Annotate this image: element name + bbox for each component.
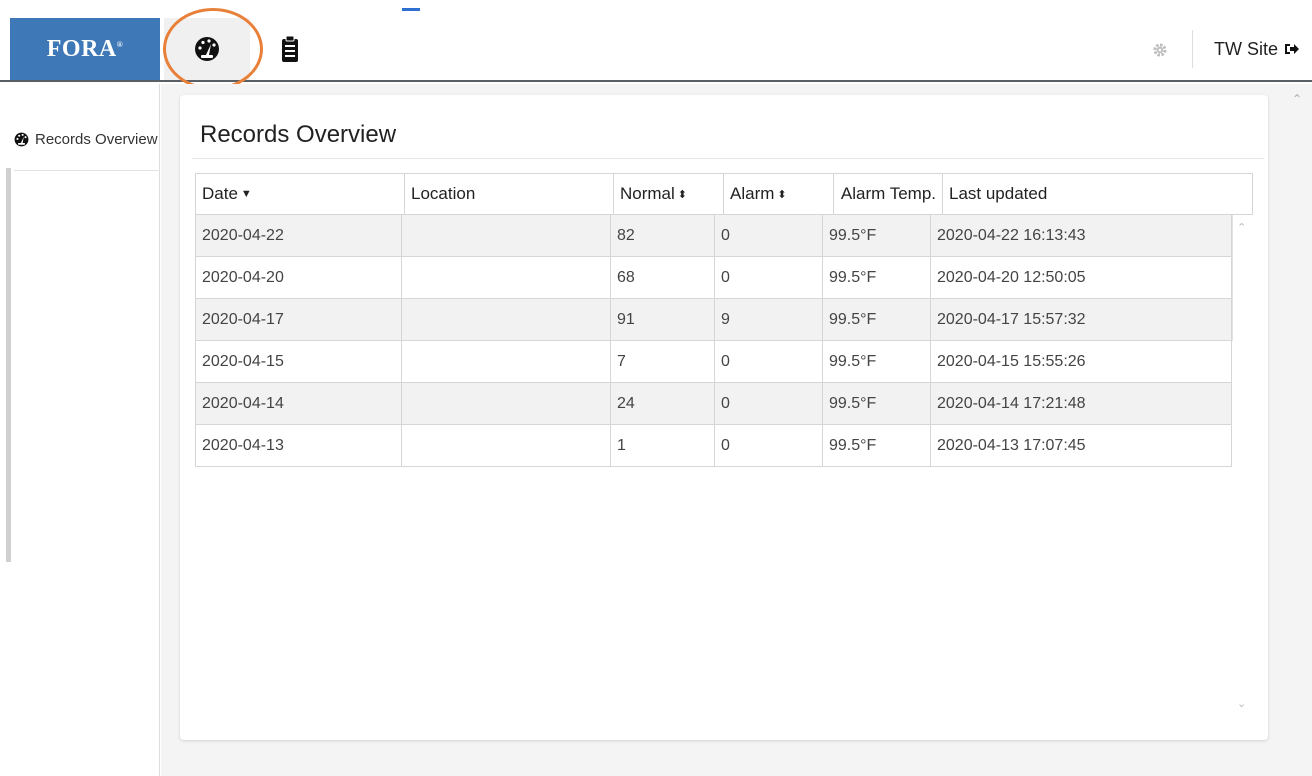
column-header-normal[interactable]: Normal ⬍ <box>614 174 724 214</box>
top-strip <box>0 0 1312 11</box>
table-row[interactable]: 2020-04-14 24 0 99.5°F 2020-04-14 17:21:… <box>195 383 1232 425</box>
column-header-date[interactable]: Date ▼ <box>196 174 405 214</box>
table-row[interactable]: 2020-04-22 82 0 99.5°F 2020-04-22 16:13:… <box>195 215 1232 257</box>
column-header-location[interactable]: Location <box>405 174 614 214</box>
table-row[interactable]: 2020-04-13 1 0 99.5°F 2020-04-13 17:07:4… <box>195 425 1232 467</box>
column-header-last-updated[interactable]: Last updated <box>943 174 1252 214</box>
table-row[interactable]: 2020-04-20 68 0 99.5°F 2020-04-20 12:50:… <box>195 257 1232 299</box>
sidebar-divider <box>14 170 160 171</box>
navbar-divider <box>1192 30 1193 68</box>
table-row[interactable]: 2020-04-15 7 0 99.5°F 2020-04-15 15:55:2… <box>195 341 1232 383</box>
site-logout-button[interactable]: TW Site <box>1214 36 1300 62</box>
clipboard-icon <box>282 35 298 62</box>
sidebar-scrollbar[interactable] <box>6 168 11 562</box>
title-divider <box>192 158 1264 159</box>
scroll-down-icon[interactable]: ⌄ <box>1237 697 1246 710</box>
table-scrollbar-track <box>1232 215 1233 341</box>
column-header-alarm-temp[interactable]: Alarm Temp. <box>834 174 943 214</box>
brand-logo[interactable]: FORA® <box>10 18 160 80</box>
column-header-alarm[interactable]: Alarm ⬍ <box>724 174 834 214</box>
brand-name: FORA® <box>46 35 124 62</box>
dashboard-icon <box>195 37 219 61</box>
table-header: Date ▼ Location Normal ⬍ Alarm ⬍ Alarm Temp… <box>195 173 1253 215</box>
table-scrollbar[interactable]: ⌃ ⌄ <box>1232 215 1253 719</box>
sidebar: Records Overview <box>0 84 160 776</box>
top-strip-mark <box>402 8 420 11</box>
page-scroll-up-icon[interactable]: ⌃ <box>1292 92 1302 106</box>
records-card: Records Overview Date ▼ Location Normal ⬍ … <box>180 95 1268 740</box>
sort-both-icon: ⬍ <box>677 188 688 201</box>
table-row[interactable]: 2020-04-17 91 9 99.5°F 2020-04-17 15:57:… <box>195 299 1232 341</box>
sort-both-icon: ⬍ <box>777 188 787 201</box>
top-navbar: FORA® TW Site <box>0 18 1312 82</box>
sort-desc-icon: ▼ <box>240 188 252 200</box>
records-table: Date ▼ Location Normal ⬍ Alarm ⬍ Alarm Temp… <box>195 173 1253 710</box>
table-body: 2020-04-22 82 0 99.5°F 2020-04-22 16:13:… <box>195 215 1232 467</box>
site-label: TW Site <box>1214 38 1279 59</box>
logout-icon <box>1285 44 1300 54</box>
scroll-up-icon[interactable]: ⌃ <box>1237 221 1246 234</box>
nav-tab-records[interactable] <box>250 18 330 80</box>
gear-icon <box>1153 43 1167 57</box>
dashboard-icon <box>14 132 29 146</box>
sidebar-item-label: Records Overview <box>35 130 158 148</box>
nav-tab-dashboard[interactable] <box>164 18 250 80</box>
page-title: Records Overview <box>200 121 397 148</box>
sidebar-item-records-overview[interactable]: Records Overview <box>14 124 158 154</box>
settings-button[interactable] <box>1150 40 1170 60</box>
